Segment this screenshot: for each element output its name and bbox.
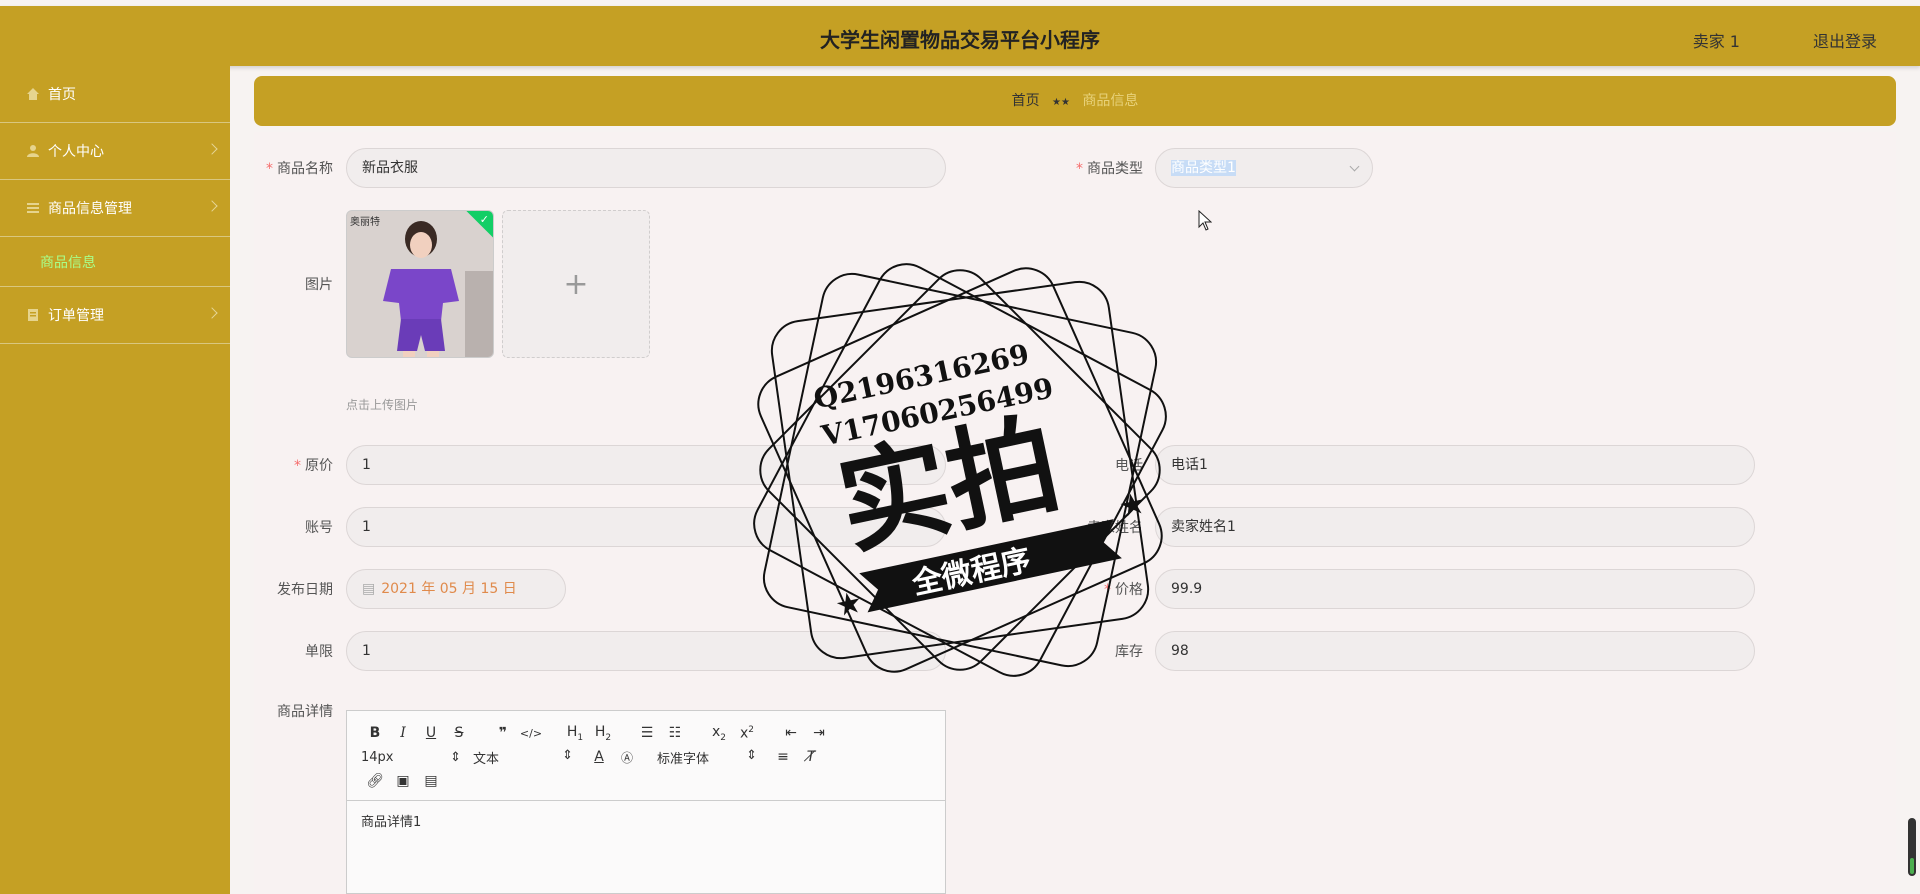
logout-button[interactable]: 退出登录 bbox=[1813, 28, 1877, 52]
font-family-select[interactable]: 标准字体 ⇕ bbox=[657, 748, 769, 767]
breadcrumb-separator: ★★ bbox=[1052, 97, 1070, 108]
sidebar-item-label: 个人中心 bbox=[48, 144, 104, 160]
stock-label: 库存 bbox=[1115, 644, 1143, 660]
text-style-select[interactable]: 文本 ⇕ bbox=[473, 748, 585, 767]
editor-toolbar: B I U S ❞ </> H1 H2 ☰ ☷ x2 x2 ⇤ ⇥ 14px ⇕ … bbox=[347, 711, 945, 801]
breadcrumb: 首页 ★★ 商品信息 bbox=[254, 76, 1896, 126]
orig-price-label: * 原价 bbox=[294, 458, 333, 474]
rich-text-editor: B I U S ❞ </> H1 H2 ☰ ☷ x2 x2 ⇤ ⇥ 14px ⇕ … bbox=[346, 710, 946, 894]
plus-icon: + bbox=[563, 266, 589, 302]
breadcrumb-home[interactable]: 首页 bbox=[1012, 93, 1040, 109]
limit-label: 单限 bbox=[305, 644, 333, 660]
font-size-select[interactable]: 14px ⇕ bbox=[361, 750, 473, 765]
home-icon bbox=[26, 87, 40, 101]
code-block-icon[interactable]: </> bbox=[517, 727, 545, 740]
indent-icon[interactable]: ⇥ bbox=[805, 725, 833, 741]
font-size-value: 14px bbox=[361, 749, 394, 765]
limit-input[interactable]: 1 bbox=[346, 631, 946, 671]
sidebar-item-label: 订单管理 bbox=[48, 308, 104, 324]
stock-input[interactable]: 98 bbox=[1155, 631, 1755, 671]
bullet-list-icon[interactable]: ☷ bbox=[661, 725, 689, 741]
superscript-icon[interactable]: x2 bbox=[733, 725, 761, 742]
chevron-down-icon bbox=[206, 143, 218, 155]
date-picker[interactable]: ▤ 2021 年 05 月 15 日 bbox=[346, 569, 566, 609]
check-icon: ✓ bbox=[479, 213, 489, 226]
outdent-icon[interactable]: ⇤ bbox=[777, 725, 805, 741]
sidebar-item-personal-center[interactable]: 个人中心 bbox=[0, 123, 230, 180]
background-color-icon[interactable]: Ⓐ bbox=[613, 749, 641, 766]
font-color-icon[interactable]: A bbox=[585, 749, 613, 765]
image-label: 图片 bbox=[305, 277, 333, 293]
mouse-cursor-icon bbox=[1198, 210, 1212, 231]
calendar-icon: ▤ bbox=[362, 581, 376, 597]
order-icon bbox=[26, 308, 40, 322]
align-icon[interactable]: ≡ bbox=[769, 749, 797, 765]
editor-content[interactable]: 商品详情1 bbox=[347, 801, 945, 840]
upload-hint: 点击上传图片 bbox=[346, 398, 419, 412]
heading1-icon[interactable]: H1 bbox=[561, 724, 589, 743]
chevron-down-icon bbox=[206, 200, 218, 212]
underline-icon[interactable]: U bbox=[417, 725, 445, 741]
text-style-value: 文本 bbox=[473, 751, 500, 767]
detail-label: 商品详情 bbox=[277, 704, 333, 720]
product-photo bbox=[347, 211, 493, 357]
image-icon[interactable]: ▣ bbox=[389, 773, 417, 789]
date-label: 发布日期 bbox=[277, 582, 333, 598]
bold-icon[interactable]: B bbox=[361, 725, 389, 741]
uploaded-image[interactable]: 奥丽特 ✓ bbox=[346, 210, 494, 358]
type-select[interactable]: 商品类型1 bbox=[1155, 148, 1373, 188]
date-value: 2021 年 05 月 15 日 bbox=[381, 581, 517, 597]
seller-label: 卖家姓名 bbox=[1087, 520, 1143, 536]
video-icon[interactable]: ▤ bbox=[417, 773, 445, 789]
type-label: * 商品类型 bbox=[1076, 161, 1143, 177]
list-icon bbox=[26, 201, 40, 215]
price-input[interactable]: 99.9 bbox=[1155, 569, 1755, 609]
scrollbar[interactable] bbox=[1908, 818, 1916, 876]
ordered-list-icon[interactable]: ☰ bbox=[633, 725, 661, 741]
sidebar-item-label: 首页 bbox=[48, 87, 76, 103]
link-icon[interactable]: 🔗︎ bbox=[361, 773, 389, 789]
sidebar-item-label: 商品信息管理 bbox=[48, 201, 132, 217]
name-label: * 商品名称 bbox=[266, 161, 333, 177]
image-watermark: 奥丽特 bbox=[350, 217, 380, 228]
account-input[interactable]: 1 bbox=[346, 507, 946, 547]
orig-price-input[interactable]: 1 bbox=[346, 445, 946, 485]
updown-icon: ⇕ bbox=[746, 747, 757, 763]
heading2-icon[interactable]: H2 bbox=[589, 724, 617, 743]
clear-format-icon[interactable]: T̸ bbox=[797, 749, 825, 765]
phone-input[interactable]: 电话1 bbox=[1155, 445, 1755, 485]
updown-icon: ⇕ bbox=[562, 747, 573, 763]
sidebar-item-product-management[interactable]: 商品信息管理 bbox=[0, 180, 230, 237]
updown-icon: ⇕ bbox=[450, 749, 461, 765]
price-label: * 价格 bbox=[1104, 582, 1143, 598]
app-title: 大学生闲置物品交易平台小程序 bbox=[820, 28, 1100, 52]
breadcrumb-current: 商品信息 bbox=[1082, 93, 1139, 109]
strikethrough-icon[interactable]: S bbox=[445, 725, 473, 741]
sidebar: 首页 个人中心 商品信息管理 商品信息 订单管理 bbox=[0, 66, 230, 894]
current-user: 卖家 1 bbox=[1692, 32, 1740, 51]
subscript-icon[interactable]: x2 bbox=[705, 724, 733, 743]
type-select-value: 商品类型1 bbox=[1171, 160, 1236, 176]
italic-icon[interactable]: I bbox=[389, 725, 417, 741]
chevron-down-icon bbox=[206, 307, 218, 319]
sidebar-item-home[interactable]: 首页 bbox=[0, 66, 230, 123]
sidebar-subitem-product-info[interactable]: 商品信息 bbox=[0, 237, 230, 287]
user-icon bbox=[26, 144, 40, 158]
upload-button[interactable]: + bbox=[502, 210, 650, 358]
sidebar-item-order-management[interactable]: 订单管理 bbox=[0, 287, 230, 344]
phone-label: 电话 bbox=[1115, 458, 1143, 474]
chevron-down-icon bbox=[1349, 161, 1360, 172]
top-bar: 大学生闲置物品交易平台小程序 卖家 1 退出登录 bbox=[0, 6, 1920, 66]
name-input[interactable]: 新品衣服 bbox=[346, 148, 946, 188]
account-label: 账号 bbox=[305, 520, 333, 536]
seller-input[interactable]: 卖家姓名1 bbox=[1155, 507, 1755, 547]
font-family-value: 标准字体 bbox=[657, 751, 710, 767]
blockquote-icon[interactable]: ❞ bbox=[489, 725, 517, 741]
